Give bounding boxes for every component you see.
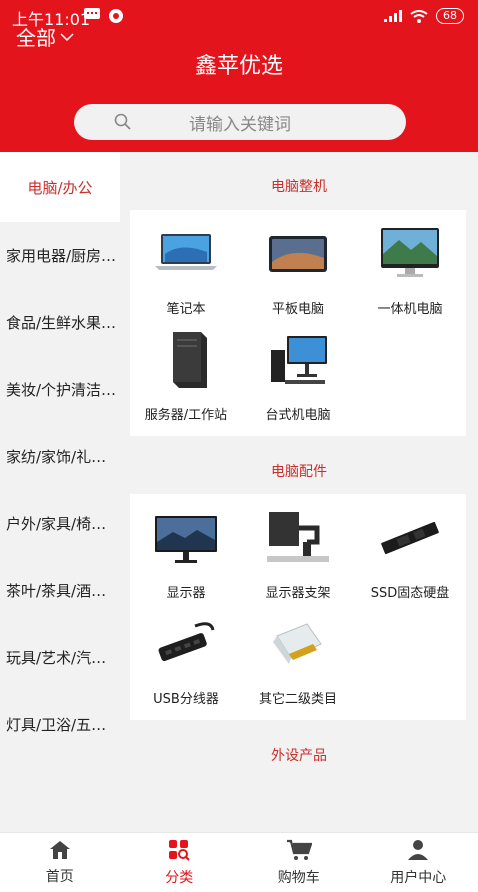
category-label: 显示器支架 xyxy=(265,586,331,601)
tablet-icon xyxy=(269,236,327,272)
home-icon xyxy=(49,840,70,859)
sidebar-item-beauty[interactable]: 美妆/个护清洁… xyxy=(0,356,120,423)
status-notification-icons xyxy=(84,8,124,24)
category-content: 电脑整机 笔记本 平板电脑 一体机电脑 服务器/工作站 台式机电脑 电脑配件 显… xyxy=(120,152,478,832)
tab-label: 分类 xyxy=(165,869,194,886)
sidebar-item-outdoor[interactable]: 户外/家具/椅… xyxy=(0,490,120,557)
section-title-accessories: 电脑配件 xyxy=(271,464,327,480)
monitor-icon xyxy=(155,516,217,563)
connector-icon xyxy=(273,623,322,664)
section-title-peripherals: 外设产品 xyxy=(271,748,327,764)
category-label: 笔记本 xyxy=(166,302,206,317)
category-label: 其它二级类目 xyxy=(258,692,337,707)
sidebar-item-tea[interactable]: 茶叶/茶具/酒… xyxy=(0,557,120,624)
message-icon xyxy=(84,8,100,19)
wifi-icon xyxy=(410,9,428,23)
tab-label: 用户中心 xyxy=(390,869,447,886)
category-icon xyxy=(169,839,190,861)
category-label: 一体机电脑 xyxy=(377,302,443,317)
sidebar-item-toys[interactable]: 玩具/艺术/汽… xyxy=(0,624,120,691)
sidebar-item-home-textiles[interactable]: 家纺/家饰/礼… xyxy=(0,423,120,490)
desktop-icon xyxy=(271,336,327,384)
tab-cart[interactable]: 购物车 xyxy=(239,833,359,892)
category-tile-server[interactable]: 服务器/工作站 xyxy=(130,324,242,430)
category-label: USB分线器 xyxy=(153,692,219,707)
search-input[interactable]: 请输入关键词 xyxy=(74,104,406,140)
all-in-one-icon xyxy=(381,228,439,277)
app-notification-icon xyxy=(109,9,123,23)
laptop-icon xyxy=(155,234,217,270)
signal-icon xyxy=(384,10,402,22)
category-filter-dropdown[interactable]: 全部 xyxy=(16,22,74,51)
chevron-down-icon xyxy=(60,32,74,41)
category-tile-ssd[interactable]: SSD固态硬盘 xyxy=(354,502,466,608)
category-tile-laptop[interactable]: 笔记本 xyxy=(130,218,242,324)
category-label: 服务器/工作站 xyxy=(144,408,228,423)
bottom-tab-bar: 首页 分类 购物车 用户中心 xyxy=(0,832,478,892)
category-tile-monitor[interactable]: 显示器 xyxy=(130,502,242,608)
tab-label: 购物车 xyxy=(277,869,320,886)
category-tile-tablet[interactable]: 平板电脑 xyxy=(242,218,354,324)
category-tile-other[interactable]: 其它二级类目 xyxy=(242,608,354,714)
tab-home[interactable]: 首页 xyxy=(0,833,120,892)
category-tile-all-in-one[interactable]: 一体机电脑 xyxy=(354,218,466,324)
category-tile-usb-hub[interactable]: USB分线器 xyxy=(130,608,242,714)
category-label: 台式机电脑 xyxy=(265,408,331,423)
sidebar-item-appliances[interactable]: 家用电器/厨房… xyxy=(0,222,120,289)
search-icon xyxy=(114,113,131,130)
sidebar-item-computer-office[interactable]: 电脑/办公 xyxy=(0,152,120,222)
status-right: 68 xyxy=(384,8,464,24)
tab-user-center[interactable]: 用户中心 xyxy=(359,833,478,892)
header: 上午11:01 68 全部 鑫苹优选 请输入关键词 xyxy=(0,0,478,152)
sidebar-item-lighting[interactable]: 灯具/卫浴/五… xyxy=(0,691,120,758)
category-sidebar: 电脑/办公 家用电器/厨房… 食品/生鲜水果… 美妆/个护清洁… 家纺/家饰/礼… xyxy=(0,152,120,832)
section-grid-accessories: 显示器 显示器支架 SSD固态硬盘 USB分线器 其它二级类目 xyxy=(130,494,466,720)
section-title-computers: 电脑整机 xyxy=(271,179,327,195)
search-placeholder: 请输入关键词 xyxy=(189,114,291,135)
page-title: 鑫苹优选 xyxy=(194,54,283,79)
user-icon xyxy=(408,839,429,860)
tab-category[interactable]: 分类 xyxy=(120,833,240,892)
monitor-arm-icon xyxy=(267,512,329,562)
category-label: 显示器 xyxy=(166,586,206,601)
ssd-icon xyxy=(381,521,439,555)
category-label: SSD固态硬盘 xyxy=(370,586,450,601)
usb-hub-icon xyxy=(158,622,215,662)
tab-label: 首页 xyxy=(45,868,74,885)
category-tile-desktop[interactable]: 台式机电脑 xyxy=(242,324,354,430)
category-filter-label: 全部 xyxy=(16,26,56,50)
category-tile-monitor-arm[interactable]: 显示器支架 xyxy=(242,502,354,608)
battery-indicator: 68 xyxy=(436,8,464,24)
sidebar-item-food[interactable]: 食品/生鲜水果… xyxy=(0,289,120,356)
cart-icon xyxy=(286,839,312,860)
category-label: 平板电脑 xyxy=(271,302,324,317)
server-icon xyxy=(173,332,207,388)
section-grid-computers: 笔记本 平板电脑 一体机电脑 服务器/工作站 台式机电脑 xyxy=(130,210,466,436)
